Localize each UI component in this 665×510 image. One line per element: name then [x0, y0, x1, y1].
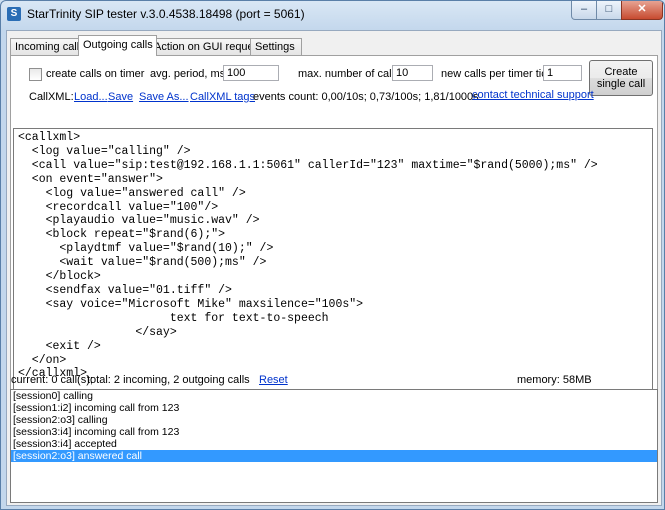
max-calls-input[interactable]: [392, 65, 433, 81]
tab-action-on-gui-request[interactable]: Action on GUI request: [149, 38, 262, 55]
tab-settings[interactable]: Settings: [250, 38, 302, 55]
events-count: events count: 0,00/10s; 0,73/100s; 1,81/…: [253, 91, 479, 103]
log-item-selected[interactable]: [session2:o3] answered call: [11, 450, 657, 462]
total-calls: total: 2 incoming, 2 outgoing calls: [87, 374, 250, 386]
log-item[interactable]: [session2:o3] calling: [11, 414, 657, 426]
save-link[interactable]: Save: [108, 91, 133, 103]
avg-period-label: avg. period, ms:: [150, 68, 229, 80]
callxml-label: CallXML:: [29, 91, 74, 103]
reset-link[interactable]: Reset: [259, 374, 288, 386]
close-button[interactable]: ✕: [621, 1, 663, 20]
callxml-tags-link[interactable]: CallXML tags: [190, 91, 255, 103]
contact-support-link[interactable]: contact technical support: [472, 89, 594, 101]
tab-outgoing-calls[interactable]: Outgoing calls: [78, 35, 157, 56]
create-single-call-label: Create single call: [596, 66, 646, 90]
max-calls-label: max. number of calls:: [298, 68, 403, 80]
log-item[interactable]: [session3:i4] accepted: [11, 438, 657, 450]
load-link[interactable]: Load...: [74, 91, 108, 103]
memory-usage: memory: 58MB: [517, 374, 592, 386]
save-as-link[interactable]: Save As...: [139, 91, 189, 103]
callxml-editor[interactable]: <callxml> <log value="calling" /> <call …: [13, 128, 653, 392]
event-log[interactable]: [session0] calling [session1:i2] incomin…: [10, 389, 658, 503]
minimize-button[interactable]: –: [571, 1, 597, 20]
create-calls-on-timer-label: create calls on timer: [46, 68, 145, 80]
log-item[interactable]: [session1:i2] incoming call from 123: [11, 402, 657, 414]
outgoing-calls-panel: create calls on timer avg. period, ms: m…: [10, 55, 658, 397]
window-title: StarTrinity SIP tester v.3.0.4538.18498 …: [27, 7, 305, 21]
maximize-button[interactable]: □: [596, 1, 622, 20]
client-area: Incoming calls Outgoing calls Action on …: [6, 30, 662, 506]
app-icon: S: [7, 7, 21, 21]
create-calls-on-timer-checkbox[interactable]: [29, 68, 42, 81]
app-window: S StarTrinity SIP tester v.3.0.4538.1849…: [0, 0, 665, 510]
tab-incoming-calls[interactable]: Incoming calls: [10, 38, 85, 55]
calls-per-tick-label: new calls per timer tick:: [441, 68, 556, 80]
callxml-script: <callxml> <log value="calling" /> <call …: [18, 131, 598, 381]
current-calls: current: 0 call(s);: [11, 374, 93, 386]
create-single-call-button[interactable]: Create single call: [589, 60, 653, 96]
avg-period-input[interactable]: [223, 65, 279, 81]
log-item[interactable]: [session3:i4] incoming call from 123: [11, 426, 657, 438]
status-bar: current: 0 call(s); total: 2 incoming, 2…: [7, 369, 661, 387]
calls-per-tick-input[interactable]: [543, 65, 582, 81]
log-item[interactable]: [session0] calling: [11, 390, 657, 402]
title-bar[interactable]: S StarTrinity SIP tester v.3.0.4538.1849…: [1, 1, 664, 27]
